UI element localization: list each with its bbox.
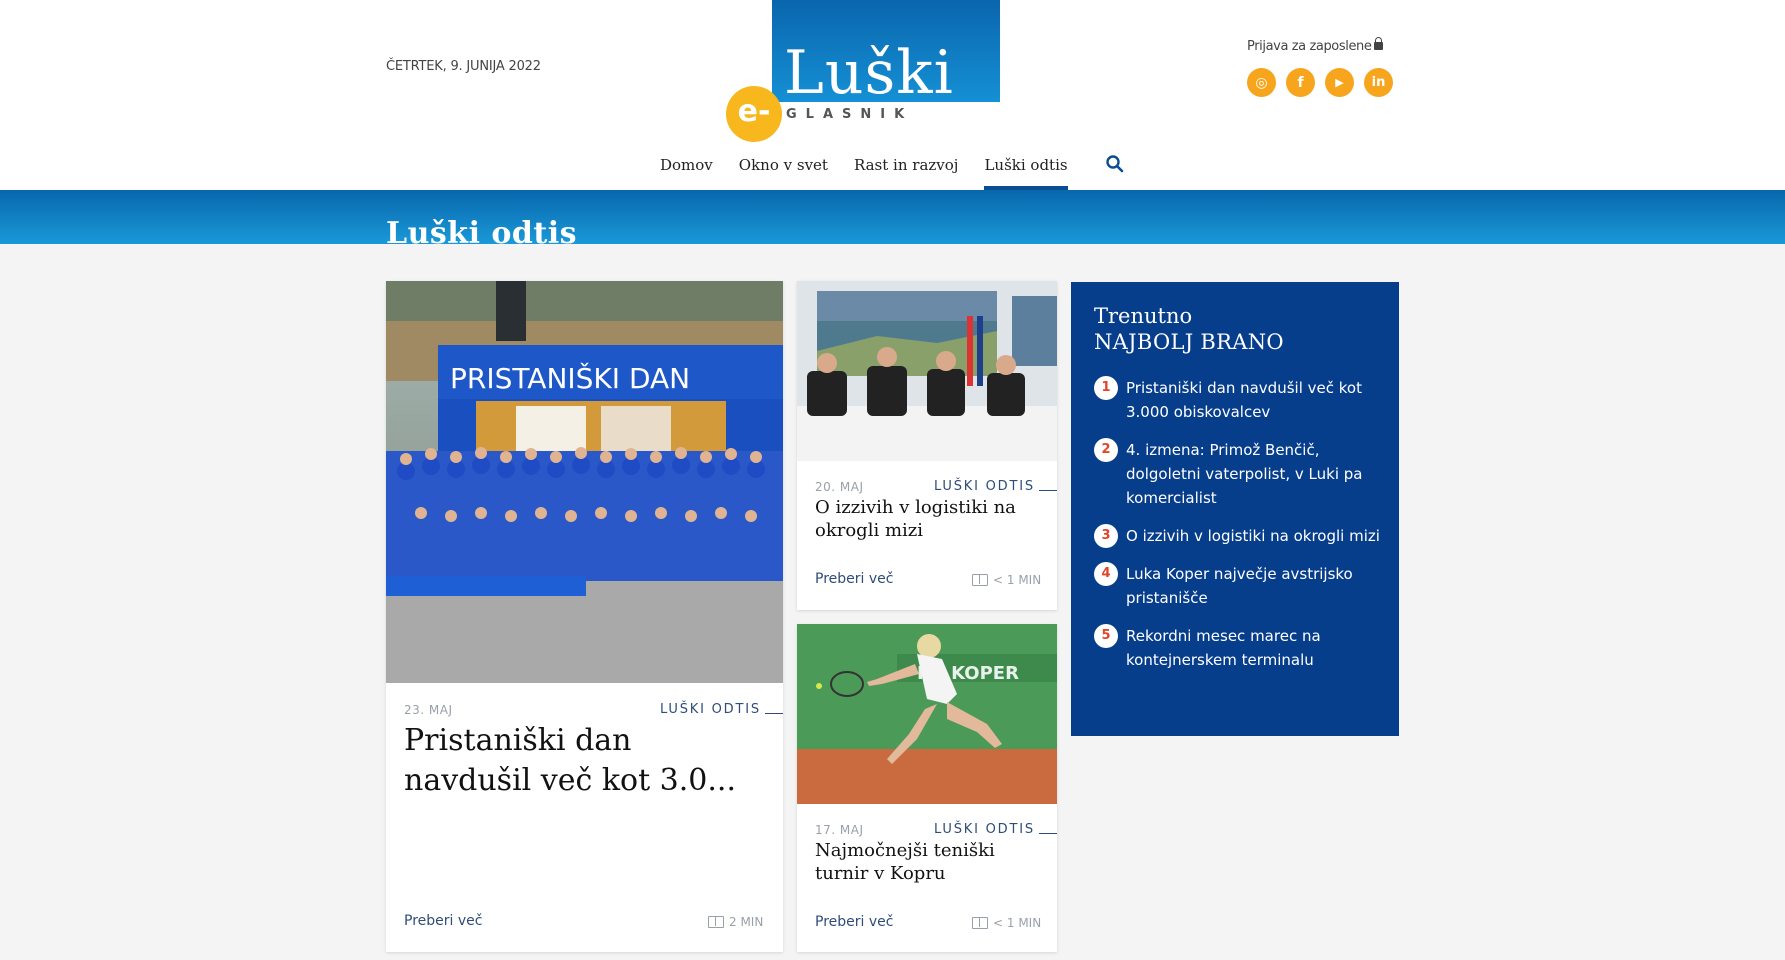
rank-badge: 1 — [1094, 376, 1118, 400]
most-read-title-line1: Trenutno — [1094, 304, 1193, 328]
nav-item-domov[interactable]: Domov — [660, 152, 713, 190]
site-logo[interactable]: Luški e- GLASNIK — [726, 0, 1000, 145]
article-category[interactable]: LUŠKI ODTIS — [934, 822, 1035, 837]
read-more-link[interactable]: Preberi več — [404, 913, 482, 929]
book-icon — [972, 574, 988, 586]
lock-icon — [1374, 37, 1384, 50]
read-more-link[interactable]: Preberi več — [815, 914, 893, 930]
search-icon[interactable] — [1105, 154, 1125, 174]
read-time-value: < 1 MIN — [993, 573, 1042, 587]
most-read-item[interactable]: 3 O izzivih v logistiki na okrogli mizi — [1094, 524, 1384, 548]
book-icon — [708, 916, 724, 928]
main-nav: Domov Okno v svet Rast in razvoj Luški o… — [660, 152, 1094, 190]
most-read-item[interactable]: 4 Luka Koper največje avstrijsko pristan… — [1094, 562, 1384, 610]
article-card[interactable]: 20. MAJ LUŠKI ODTIS O izzivih v logistik… — [797, 281, 1057, 610]
social-links: ◎ f ▶ in — [1247, 68, 1393, 97]
rank-badge: 3 — [1094, 524, 1118, 548]
article-image — [797, 281, 1057, 461]
read-time: < 1 MIN — [972, 916, 1041, 930]
article-title[interactable]: Najmočnejši teniški turnir v Kopru — [815, 839, 1045, 885]
most-read-item-title[interactable]: O izzivih v logistiki na okrogli mizi — [1126, 524, 1380, 548]
most-read-item[interactable]: 1 Pristaniški dan navdušil več kot 3.000… — [1094, 376, 1384, 424]
rank-badge: 5 — [1094, 624, 1118, 648]
article-date: 17. MAJ — [815, 823, 864, 837]
most-read-item[interactable]: 5 Rekordni mesec marec na kontejnerskem … — [1094, 624, 1384, 672]
most-read-item-title[interactable]: Pristaniški dan navdušil več kot 3.000 o… — [1126, 376, 1384, 424]
most-read-title-line2: NAJBOLJ BRANO — [1094, 330, 1284, 354]
most-read-item-title[interactable]: Rekordni mesec marec na kontejnerskem te… — [1126, 624, 1384, 672]
instagram-icon[interactable]: ◎ — [1247, 68, 1276, 97]
read-more-link[interactable]: Preberi več — [815, 571, 893, 587]
nav-item-luski-odtis[interactable]: Luški odtis — [984, 152, 1068, 190]
logo-word: Luški — [784, 38, 954, 108]
employee-login-label: Prijava za zaposlene — [1247, 39, 1372, 54]
most-read-list: 1 Pristaniški dan navdušil več kot 3.000… — [1094, 376, 1384, 686]
image-banner-text: PRISTANIŠKI DAN — [450, 361, 690, 395]
nav-item-okno-v-svet[interactable]: Okno v svet — [739, 152, 828, 190]
site-header: ČETRTEK, 9. JUNIJA 2022 Luški e- GLASNIK… — [0, 0, 1785, 190]
youtube-icon[interactable]: ▶ — [1325, 68, 1354, 97]
rank-badge: 4 — [1094, 562, 1118, 586]
read-time-value: 2 MIN — [729, 915, 764, 929]
most-read-panel: Trenutno NAJBOLJ BRANO 1 Pristaniški dan… — [1071, 282, 1399, 736]
category-underline — [1039, 490, 1057, 491]
most-read-item-title[interactable]: 4. izmena: Primož Benčič, dolgoletni vat… — [1126, 438, 1384, 510]
category-underline — [1039, 833, 1057, 834]
most-read-item-title[interactable]: Luka Koper največje avstrijsko pristaniš… — [1126, 562, 1384, 610]
current-date: ČETRTEK, 9. JUNIJA 2022 — [386, 59, 541, 74]
section-banner: Luški odtis — [0, 190, 1785, 244]
article-title[interactable]: O izzivih v logistiki na okrogli mizi — [815, 496, 1045, 542]
article-image: KA KOPER — [797, 624, 1057, 804]
read-time: 2 MIN — [708, 915, 763, 929]
article-image: PRISTANIŠKI DAN — [386, 281, 783, 683]
linkedin-icon[interactable]: in — [1364, 68, 1393, 97]
facebook-icon[interactable]: f — [1286, 68, 1315, 97]
article-card[interactable]: PRISTANIŠKI DAN 23. MAJ LUŠKI ODTIS Pris… — [386, 281, 783, 952]
article-date: 20. MAJ — [815, 480, 864, 494]
category-underline — [765, 713, 783, 714]
logo-subtitle: GLASNIK — [786, 107, 914, 122]
page-title: Luški odtis — [386, 216, 578, 244]
article-category[interactable]: LUŠKI ODTIS — [934, 479, 1035, 494]
article-title[interactable]: Pristaniški dan navdušil več kot 3.0... — [404, 721, 764, 801]
employee-login-link[interactable]: Prijava za zaposlene — [1247, 37, 1384, 54]
logo-badge: e- — [726, 86, 782, 142]
most-read-item[interactable]: 2 4. izmena: Primož Benčič, dolgoletni v… — [1094, 438, 1384, 510]
article-card[interactable]: KA KOPER 17. MAJ LUŠKI ODTIS Najmočnejši… — [797, 624, 1057, 952]
rank-badge: 2 — [1094, 438, 1118, 462]
article-category[interactable]: LUŠKI ODTIS — [660, 702, 761, 717]
book-icon — [972, 917, 988, 929]
read-time: < 1 MIN — [972, 573, 1041, 587]
read-time-value: < 1 MIN — [993, 916, 1042, 930]
nav-item-rast-in-razvoj[interactable]: Rast in razvoj — [854, 152, 958, 190]
article-date: 23. MAJ — [404, 703, 453, 717]
